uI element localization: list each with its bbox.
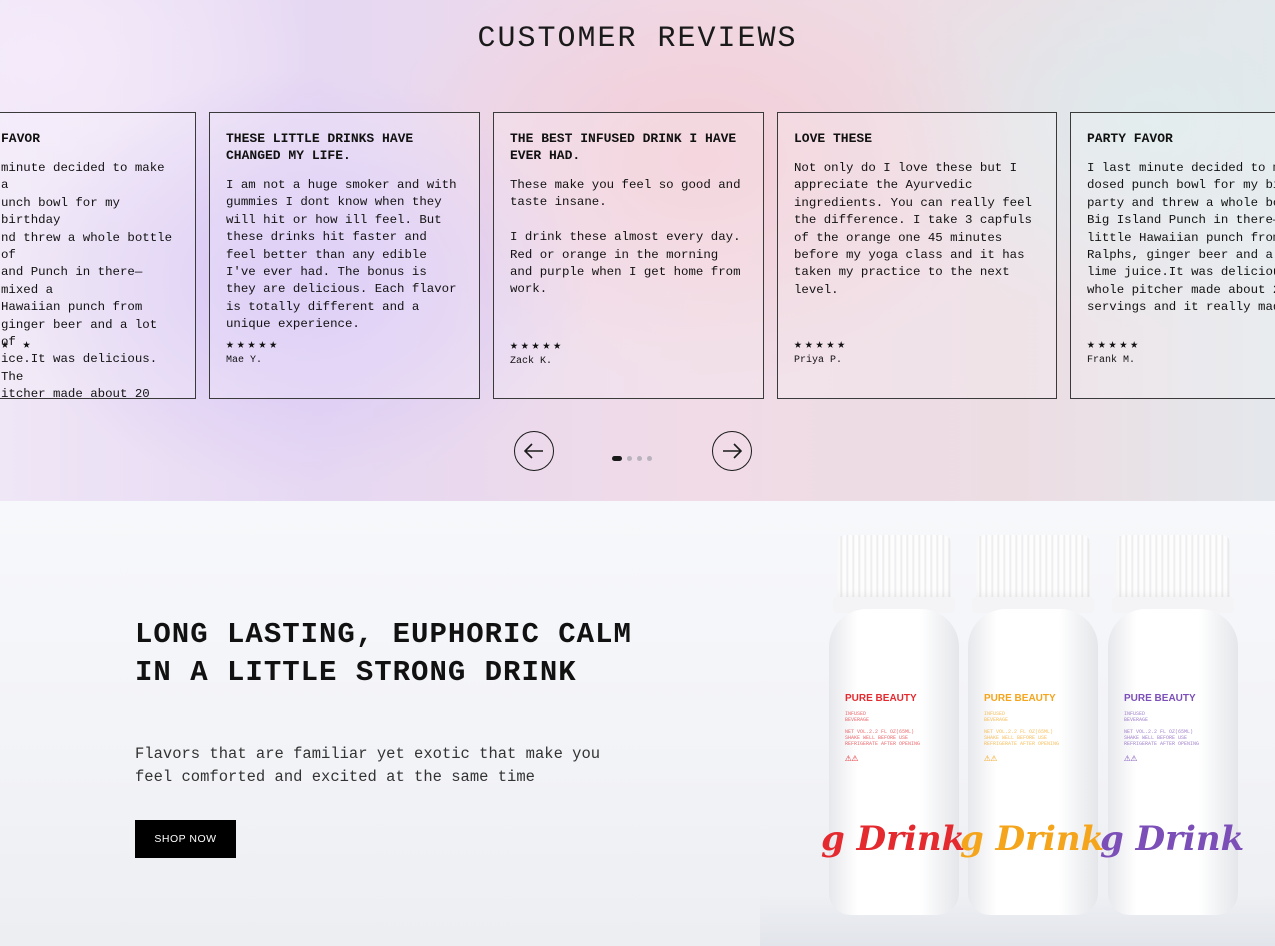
review-author: Zack K.: [510, 356, 553, 367]
shop-now-button[interactable]: SHOP NOW: [135, 820, 236, 858]
bottle-cap: [976, 535, 1090, 601]
review-title: PARTY FAVOR: [1087, 131, 1173, 146]
carousel-dot[interactable]: [612, 456, 622, 461]
review-title: FAVOR: [1, 131, 41, 146]
review-card: LOVE THESE Not only do I love these but …: [777, 112, 1057, 399]
review-card: THE BEST INFUSED DRINK I HAVE EVER HAD. …: [493, 112, 764, 399]
review-stars: ★★★★★: [510, 338, 565, 353]
review-author: Priya P.: [794, 355, 843, 366]
review-body: These make you feel so good and taste in…: [510, 178, 741, 297]
review-stars: ★★★★★: [226, 337, 281, 352]
hero-subtitle: Flavors that are familiar yet exotic tha…: [135, 745, 601, 786]
review-card: PARTY FAVOR I last minute decided to m d…: [1070, 112, 1275, 399]
review-title: THESE LITTLE DRINKS HAVE CHANGED MY LIFE…: [226, 131, 414, 163]
carousel-dot[interactable]: [627, 456, 632, 461]
review-body: Not only do I love these but I appreciat…: [794, 161, 1032, 297]
bottle-brand: PURE BEAUTY: [1124, 693, 1196, 704]
bottle-brand: PURE BEAUTY: [845, 693, 917, 704]
hero-title: LONG LASTING, EUPHORIC CALM IN A LITTLE …: [135, 618, 632, 689]
review-card: FAVOR minute decided to make a unch bowl…: [0, 112, 196, 399]
carousel-dots: [612, 456, 652, 461]
reviews-section: CUSTOMER REVIEWS FAVOR minute decided to…: [0, 0, 1275, 501]
carousel-dot[interactable]: [637, 456, 642, 461]
bottle-info: INFUSED BEVERAGE NET VOL.2.2 FL OZ(65ML)…: [1124, 711, 1200, 747]
bottle-cap: [1116, 535, 1230, 601]
warning-icons: ⚠⚠: [1124, 753, 1138, 765]
bottle-brand: PURE BEAUTY: [984, 693, 1056, 704]
bottle-body: PURE BEAUTY INFUSED BEVERAGE NET VOL.2.2…: [821, 609, 965, 915]
warning-icons: ⚠⚠: [845, 753, 859, 765]
warning-icons: ⚠⚠: [984, 753, 998, 765]
review-title: LOVE THESE: [794, 131, 873, 146]
arrow-left-icon: [524, 443, 543, 459]
prev-button[interactable]: [514, 431, 554, 471]
review-title: THE BEST INFUSED DRINK I HAVE EVER HAD.: [510, 131, 737, 163]
product-bottle-red: PURE BEAUTY INFUSED BEVERAGE NET VOL.2.2…: [821, 535, 965, 915]
review-body: minute decided to make a unch bowl for m…: [1, 161, 173, 399]
bottle-cap: [837, 535, 951, 601]
bottle-body: PURE BEAUTY INFUSED BEVERAGE NET VOL.2.2…: [1100, 609, 1244, 915]
hero-section: LONG LASTING, EUPHORIC CALM IN A LITTLE …: [0, 501, 1275, 946]
review-stars: ★★★★★: [794, 337, 849, 352]
bottle-logo: g Drink: [960, 819, 1105, 859]
carousel-dot[interactable]: [647, 456, 652, 461]
reviews-title: CUSTOMER REVIEWS: [477, 22, 798, 56]
review-body: I last minute decided to m dosed punch b…: [1087, 161, 1275, 315]
review-author: Mae Y.: [226, 355, 263, 366]
review-body: I am not a huge smoker and with gummies …: [226, 178, 457, 332]
product-bottle-purple: PURE BEAUTY INFUSED BEVERAGE NET VOL.2.2…: [1100, 535, 1244, 915]
bottle-info: INFUSED BEVERAGE NET VOL.2.2 FL OZ(65ML)…: [984, 711, 1060, 747]
arrow-right-icon: [723, 443, 742, 459]
bottle-logo: g Drink: [821, 819, 966, 859]
bottle-info: INFUSED BEVERAGE NET VOL.2.2 FL OZ(65ML)…: [845, 711, 921, 747]
bottle-body: PURE BEAUTY INFUSED BEVERAGE NET VOL.2.2…: [960, 609, 1104, 915]
review-stars: ★★★★★: [1087, 337, 1142, 352]
review-card: THESE LITTLE DRINKS HAVE CHANGED MY LIFE…: [209, 112, 480, 399]
bottle-logo: g Drink: [1100, 819, 1245, 859]
product-bottle-orange: PURE BEAUTY INFUSED BEVERAGE NET VOL.2.2…: [960, 535, 1104, 915]
review-stars: ★ ★: [1, 337, 34, 352]
next-button[interactable]: [712, 431, 752, 471]
review-author: Frank M.: [1087, 355, 1136, 366]
